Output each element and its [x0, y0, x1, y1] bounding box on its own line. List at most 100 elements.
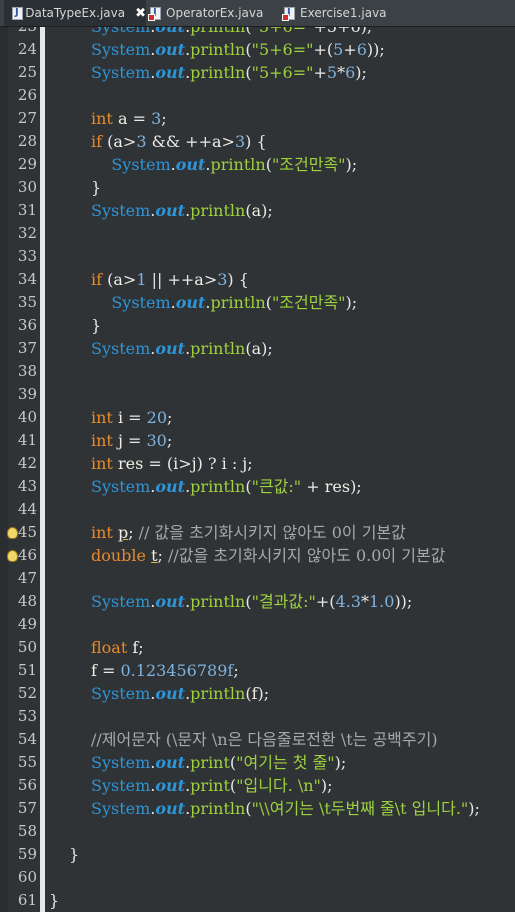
tab-exercise1[interactable]: Exercise1.java	[282, 0, 402, 26]
code-line[interactable]: int j = 30;	[91, 429, 172, 452]
code-token: || ++	[146, 270, 195, 289]
code-token: *	[337, 63, 346, 82]
line-number: 50	[17, 638, 37, 656]
line-number: 24	[17, 40, 37, 58]
code-token: System	[91, 40, 151, 59]
code-line[interactable]: System.out.println("5+6="+5+6);	[91, 27, 372, 38]
code-token: 1.0	[368, 592, 395, 611]
line-number: 61	[17, 891, 37, 909]
code-token: out	[155, 201, 186, 220]
line-number: 59	[17, 845, 37, 863]
line-number: 37	[17, 339, 37, 357]
code-token: a	[194, 270, 204, 289]
code-token: p	[117, 523, 129, 542]
line-number: 33	[17, 247, 37, 265]
code-token: +(	[313, 40, 334, 59]
code-token: a	[113, 132, 123, 151]
code-line[interactable]: System.out.println("큰값:" + res);	[91, 475, 362, 498]
code-line[interactable]: }	[91, 314, 101, 337]
code-token: }	[69, 845, 80, 864]
code-line[interactable]: }	[91, 176, 101, 199]
line-number: 54	[17, 730, 37, 748]
code-line[interactable]: int res = (i>j) ? i : j;	[91, 452, 253, 475]
warning-lightbulb-icon[interactable]	[6, 527, 18, 539]
code-line[interactable]: int p; // 값을 초기화시키지 않아도 0이 기본값	[91, 521, 406, 544]
line-number: 47	[17, 569, 37, 587]
line-number: 27	[17, 109, 37, 127]
code-line[interactable]: if (a>3 && ++a>3) {	[91, 130, 267, 153]
tab-label: Exercise1.java	[300, 6, 387, 20]
code-token: System	[91, 753, 151, 772]
code-token: out	[155, 753, 186, 772]
code-token: System	[91, 477, 151, 496]
code-line[interactable]: if (a>1 || ++a>3) {	[91, 268, 249, 291]
code-editor[interactable]: 2324252627282930313233343536373839404142…	[0, 27, 515, 912]
code-token: ) {	[227, 270, 249, 289]
code-token: "5+6="	[251, 40, 314, 59]
code-line[interactable]: System.out.println("5+6="+5*6);	[91, 61, 367, 84]
code-line[interactable]: System.out.print("여기는 첫 줄");	[91, 751, 346, 774]
code-token: println	[190, 477, 246, 496]
code-line[interactable]: System.out.println(a);	[91, 337, 273, 360]
code-token: && ++	[146, 132, 212, 151]
code-token: =	[127, 109, 152, 128]
code-token: +5+6);	[313, 27, 372, 36]
code-line[interactable]: }	[49, 889, 59, 912]
code-token: );	[468, 799, 480, 818]
editor-tab-bar: DataTypeEx.java ✖ OperatorEx.java Exerci…	[0, 0, 515, 27]
code-line[interactable]: System.out.println("\\여기는 \t두번째 줄\t 입니다.…	[91, 797, 480, 820]
tab-operatorex[interactable]: OperatorEx.java	[148, 0, 272, 26]
code-token: );	[350, 477, 362, 496]
code-token: );	[261, 339, 273, 358]
warning-lightbulb-icon[interactable]	[6, 550, 18, 562]
code-token: +(	[315, 592, 336, 611]
code-line[interactable]: float f;	[91, 636, 144, 659]
code-token: 5	[326, 63, 338, 82]
code-token: :	[226, 454, 243, 473]
close-icon[interactable]: ✖	[135, 6, 146, 21]
code-token: System	[91, 684, 151, 703]
code-area[interactable]: System.out.println("5+6="+5+6); System.ou…	[45, 27, 515, 912]
code-line[interactable]: System.out.println("5+6="+(5+6));	[91, 38, 385, 61]
code-token: int	[91, 523, 113, 542]
code-token: System	[91, 799, 151, 818]
code-token: ;	[166, 431, 173, 450]
code-line[interactable]: double t; //값을 초기화시키지 않아도 0.0이 기본값	[91, 544, 445, 567]
code-line[interactable]: int a = 3;	[91, 107, 167, 130]
code-token: out	[155, 776, 186, 795]
line-number: 52	[17, 684, 37, 702]
code-token: a	[117, 109, 128, 128]
code-token: println	[190, 339, 246, 358]
code-token: println	[210, 155, 266, 174]
code-token: "5+6="	[252, 27, 314, 36]
code-token: out	[155, 27, 185, 36]
code-token: =	[123, 408, 147, 427]
tab-datatypeex[interactable]: DataTypeEx.java ✖	[4, 0, 146, 26]
line-number: 42	[17, 454, 37, 472]
code-line[interactable]: System.out.println(a);	[91, 199, 273, 222]
code-line[interactable]: //제어문자 (\문자 \n은 다음줄로전환 \t는 공백주기)	[91, 728, 438, 751]
code-token: out	[155, 339, 186, 358]
code-line[interactable]: System.out.println("조건만족");	[91, 291, 357, 314]
code-token: );	[334, 753, 347, 772]
line-number: 60	[17, 868, 37, 886]
code-token: println	[190, 63, 246, 82]
code-line[interactable]: System.out.print("입니다. \n");	[91, 774, 333, 797]
code-line[interactable]: System.out.println("조건만족");	[91, 153, 357, 176]
code-token: "입니다. \n"	[236, 776, 321, 795]
code-token: );	[345, 293, 358, 312]
code-token: ;	[247, 454, 253, 473]
code-line[interactable]: }	[69, 843, 79, 866]
code-line[interactable]: f = 0.123456789f;	[91, 659, 239, 682]
code-token: print	[190, 776, 230, 795]
code-line[interactable]: System.out.println("결과값:"+(4.3*1.0));	[91, 590, 412, 613]
code-line[interactable]: System.out.println(f);	[91, 682, 269, 705]
line-number: 26	[17, 86, 37, 104]
code-token: (	[102, 132, 114, 151]
code-token: ;	[138, 638, 144, 657]
code-token: +	[301, 477, 325, 496]
line-number: 51	[17, 661, 37, 679]
code-line[interactable]: int i = 20;	[91, 406, 172, 429]
code-token: }	[91, 178, 102, 197]
code-token: out	[155, 592, 186, 611]
